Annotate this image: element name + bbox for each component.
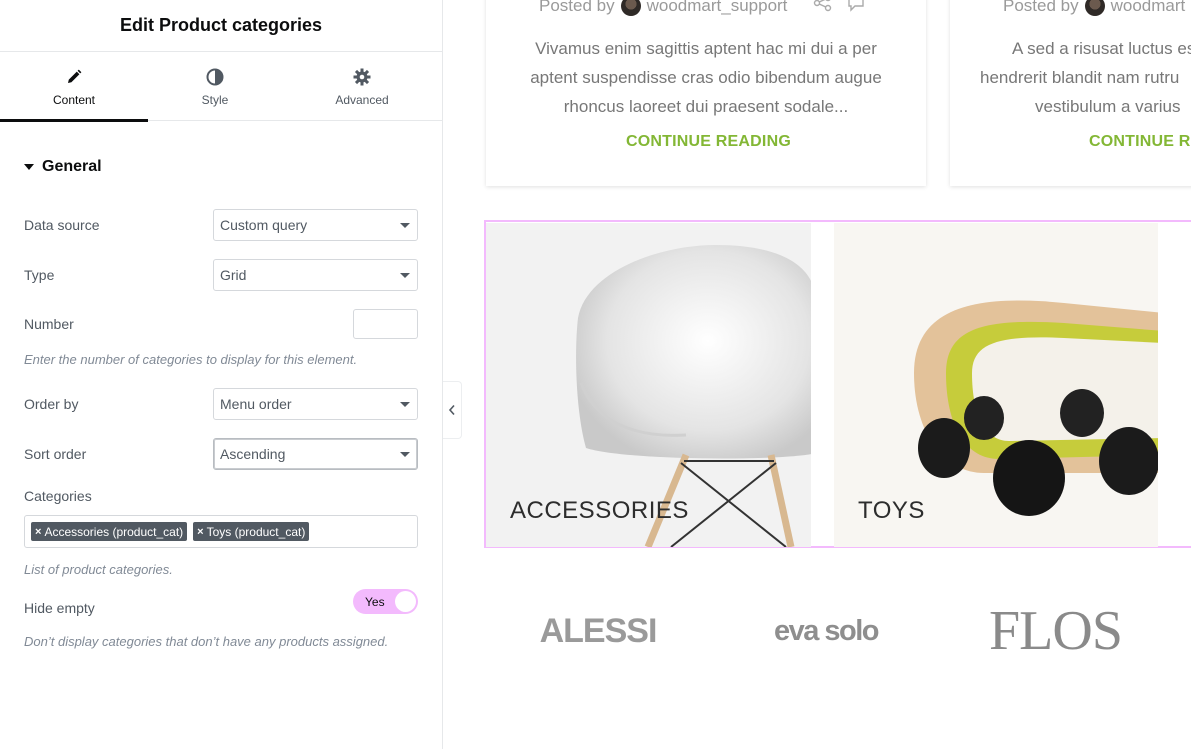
order-by-value: Menu order bbox=[220, 396, 292, 412]
tab-advanced[interactable]: Advanced bbox=[282, 52, 442, 121]
chevron-down-icon bbox=[400, 273, 410, 278]
hide-empty-label: Hide empty bbox=[24, 600, 95, 616]
brand-logo-eva-solo[interactable]: eva solo bbox=[761, 596, 891, 666]
field-order-by: Order by Menu order bbox=[24, 388, 418, 420]
excerpt-line: aptent suspendisse cras odio bibendum au… bbox=[530, 68, 882, 87]
post-meta: Posted by woodmart bbox=[1003, 0, 1185, 16]
comment-icon[interactable] bbox=[847, 0, 869, 12]
tab-style[interactable]: Style bbox=[148, 52, 282, 121]
category-card-toys[interactable]: TOYS bbox=[834, 223, 1158, 547]
excerpt-line: rhoncus laoreet dui praesent sodale... bbox=[563, 97, 849, 116]
pencil-icon bbox=[64, 67, 84, 87]
sort-order-select[interactable]: Ascending bbox=[213, 438, 418, 470]
excerpt-line: Vivamus enim sagittis aptent hac mi dui … bbox=[535, 39, 877, 58]
page-preview: Posted by woodmart_support Vivamus enim … bbox=[443, 0, 1191, 749]
sort-order-label: Sort order bbox=[24, 446, 87, 462]
continue-reading-link[interactable]: CONTINUE READING bbox=[626, 133, 791, 151]
brand-logo-flos[interactable]: FLOS bbox=[988, 596, 1123, 666]
tab-content-label: Content bbox=[52, 92, 96, 107]
category-tag: × Toys (product_cat) bbox=[193, 522, 310, 541]
sort-order-value: Ascending bbox=[220, 446, 286, 462]
brand-logo-alessi[interactable]: ALESSI bbox=[533, 596, 663, 666]
gear-icon bbox=[352, 67, 372, 87]
category-tag-label: Toys (product_cat) bbox=[206, 524, 306, 539]
blog-post-card: Posted by woodmart A sed a risusat luctu… bbox=[950, 0, 1191, 186]
toggle-yes-label: Yes bbox=[365, 594, 385, 609]
remove-tag-icon[interactable]: × bbox=[197, 526, 203, 538]
caret-down-icon bbox=[24, 164, 34, 170]
post-meta-icons bbox=[813, 0, 869, 12]
data-source-value: Custom query bbox=[220, 217, 308, 233]
category-name: ACCESSORIES bbox=[510, 497, 689, 524]
category-tag: × Accessories (product_cat) bbox=[31, 522, 188, 541]
avatar bbox=[620, 0, 641, 16]
order-by-select[interactable]: Menu order bbox=[213, 388, 418, 420]
posted-by-text: Posted by bbox=[1003, 0, 1079, 15]
toggle-knob bbox=[395, 591, 416, 612]
brands-row: ALESSI eva solo FLOS bbox=[443, 596, 1191, 666]
categories-label: Categories bbox=[24, 488, 92, 504]
field-categories: Categories bbox=[24, 488, 418, 506]
excerpt-line: A sed a risusat luctus es bbox=[1012, 39, 1191, 58]
chevron-down-icon bbox=[400, 452, 410, 457]
chevron-down-icon bbox=[400, 402, 410, 407]
panel-header: Edit Product categories bbox=[0, 0, 442, 52]
brand-name: eva solo bbox=[773, 614, 880, 647]
share-icon[interactable] bbox=[813, 0, 833, 12]
categories-multiselect[interactable]: × Accessories (product_cat) × Toys (prod… bbox=[24, 515, 418, 548]
field-hide-empty: Hide empty Yes bbox=[24, 589, 418, 618]
editor-tabs: Content Style Advanced bbox=[0, 52, 442, 122]
field-number: Number bbox=[24, 309, 418, 339]
number-help: Enter the number of categories to displa… bbox=[24, 352, 358, 367]
excerpt-line: vestibulum a varius bbox=[1035, 97, 1181, 116]
continue-reading-link[interactable]: CONTINUE RI bbox=[1089, 133, 1191, 151]
post-excerpt: Vivamus enim sagittis aptent hac mi dui … bbox=[486, 34, 926, 121]
remove-tag-icon[interactable]: × bbox=[35, 526, 41, 538]
editor-panel: Edit Product categories Content Style Ad… bbox=[0, 0, 443, 749]
chevron-left-icon bbox=[448, 404, 455, 416]
field-type: Type Grid bbox=[24, 259, 418, 291]
category-card-accessories[interactable]: ACCESSORIES bbox=[486, 223, 811, 547]
collapse-panel-button[interactable] bbox=[443, 381, 462, 439]
order-by-label: Order by bbox=[24, 396, 79, 412]
hide-empty-help: Don’t display categories that don’t have… bbox=[24, 634, 389, 649]
category-tag-label: Accessories (product_cat) bbox=[44, 524, 184, 539]
number-label: Number bbox=[24, 316, 74, 332]
type-label: Type bbox=[24, 267, 55, 283]
field-data-source: Data source Custom query bbox=[24, 209, 418, 241]
half-circle-icon bbox=[205, 67, 225, 87]
hide-empty-toggle[interactable]: Yes bbox=[353, 589, 418, 614]
type-select[interactable]: Grid bbox=[213, 259, 418, 291]
brand-name: FLOS bbox=[989, 600, 1123, 662]
brand-name: ALESSI bbox=[539, 611, 658, 650]
data-source-label: Data source bbox=[24, 217, 100, 233]
type-value: Grid bbox=[220, 267, 247, 283]
section-title: General bbox=[42, 158, 102, 175]
data-source-select[interactable]: Custom query bbox=[213, 209, 418, 241]
post-meta: Posted by woodmart_support bbox=[539, 0, 787, 16]
field-sort-order: Sort order Ascending bbox=[24, 438, 418, 470]
category-name: TOYS bbox=[858, 497, 925, 524]
categories-help: List of product categories. bbox=[24, 562, 173, 577]
chevron-down-icon bbox=[400, 223, 410, 228]
avatar bbox=[1084, 0, 1105, 16]
posted-by-text: Posted by bbox=[539, 0, 615, 15]
tab-content[interactable]: Content bbox=[0, 52, 148, 122]
post-excerpt: A sed a risusat luctus es hendrerit blan… bbox=[950, 34, 1191, 121]
tab-advanced-label: Advanced bbox=[335, 92, 389, 107]
blog-post-card: Posted by woodmart_support Vivamus enim … bbox=[486, 0, 926, 186]
number-input[interactable] bbox=[353, 309, 418, 339]
excerpt-line: hendrerit blandit nam rutru bbox=[980, 68, 1180, 87]
post-author[interactable]: woodmart bbox=[1111, 0, 1186, 16]
post-author[interactable]: woodmart_support bbox=[647, 0, 788, 16]
tab-style-label: Style bbox=[201, 92, 229, 107]
section-general-toggle[interactable]: General bbox=[24, 158, 102, 176]
product-categories-element[interactable]: ACCESSORIES TOYS bbox=[484, 220, 1191, 548]
panel-title: Edit Product categories bbox=[119, 15, 323, 35]
